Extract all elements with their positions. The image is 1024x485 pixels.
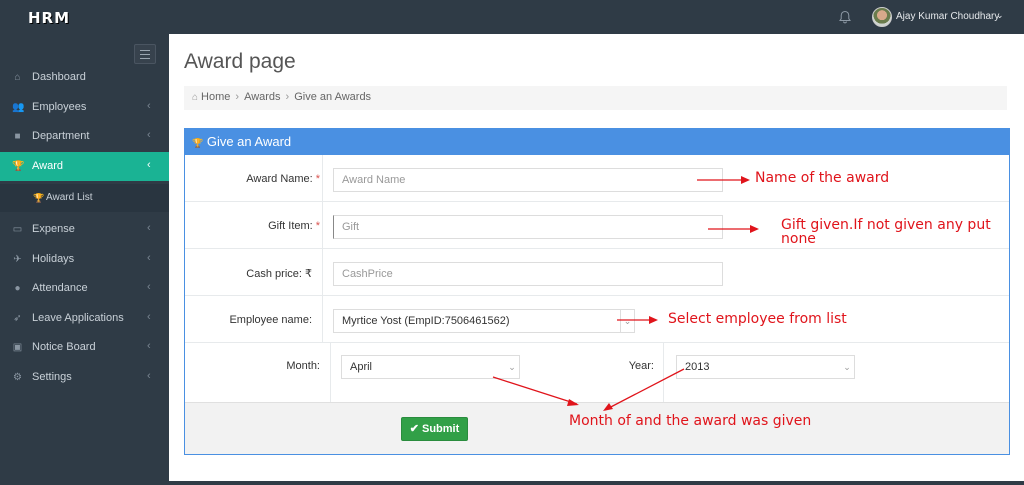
sidebar-item-label: Leave Applications [32, 312, 124, 324]
chevron-left-icon: ‹ [147, 159, 151, 171]
submit-button[interactable]: ✔ Submit [401, 417, 468, 441]
sidebar-item-label: Holidays [32, 253, 75, 265]
sidebar-item-label: Notice Board [32, 341, 96, 353]
sidebar-item-employees[interactable]: 👥 Employees ‹ [0, 93, 169, 122]
annotation-month-year: Month of and the award was given [569, 413, 812, 429]
sidebar-item-notice-board[interactable]: ▣ Notice Board ‹ [0, 333, 169, 362]
chevron-left-icon: ‹ [147, 100, 151, 112]
user-name[interactable]: Ajay Kumar Choudhary [896, 11, 999, 22]
chevron-down-icon: ⌄ [620, 310, 634, 332]
rocket-icon: ➶ [13, 313, 22, 324]
gift-item-label: Gift Item: * [268, 220, 320, 232]
chevron-left-icon: ‹ [147, 340, 151, 352]
sidebar-item-label: Department [32, 130, 90, 142]
sidebar-subitem-label: Award List [46, 192, 93, 203]
chevron-down-icon: ⌄ [508, 362, 516, 372]
breadcrumb-current: Give an Awards [294, 91, 372, 103]
chevron-down-icon[interactable]: ⌄ [996, 10, 1004, 21]
panel-title: Give an Award [206, 134, 292, 149]
chevron-left-icon: ‹ [147, 370, 151, 382]
employee-select[interactable]: Myrtice Yost (EmpID:7506461562) ⌄ [333, 309, 635, 333]
sidebar-item-label: Expense [32, 223, 75, 235]
page-title: Award page [184, 50, 296, 73]
cash-price-row: Cash price: ₹ CashPrice [185, 249, 1009, 296]
chevron-left-icon: ‹ [147, 252, 151, 264]
trophy-icon: 🏆 [192, 138, 204, 148]
app-logo[interactable]: HRM [28, 9, 70, 27]
avatar[interactable] [872, 7, 892, 27]
breadcrumb-awards-link[interactable]: Awards [244, 91, 280, 103]
month-select-value: April [350, 361, 373, 373]
home-icon: ⌂ [192, 92, 199, 103]
chevron-left-icon: ‹ [147, 281, 151, 293]
year-select[interactable]: 2013 ⌄ [676, 355, 855, 379]
annotation-gift-line2: none [781, 231, 816, 247]
gift-item-input[interactable]: Gift [333, 215, 723, 239]
employee-row: Employee name: Myrtice Yost (EmpID:75064… [185, 296, 1009, 343]
cash-price-input[interactable]: CashPrice [333, 262, 723, 286]
month-label: Month: [286, 360, 320, 372]
panel-heading: 🏆 Give an Award [185, 129, 1009, 155]
check-icon: ✔ [409, 423, 419, 435]
sidebar-item-label: Dashboard [32, 71, 86, 83]
month-year-row: Month: April ⌄ Year: 2013 ⌄ [185, 343, 1009, 402]
chevron-left-icon: ‹ [147, 129, 151, 141]
sidebar-item-label: Attendance [32, 282, 88, 294]
sidebar-item-label: Award [32, 160, 63, 172]
submit-label: Submit [422, 423, 460, 435]
sidebar: ⌂ Dashboard 👥 Employees ‹ ■ Department ‹… [0, 34, 169, 485]
breadcrumb: ⌂ Home › Awards › Give an Awards [184, 86, 1007, 110]
cogs-icon: ⚙ [13, 372, 22, 383]
bell-icon[interactable] [838, 10, 852, 24]
chevron-left-icon: ‹ [147, 311, 151, 323]
sidebar-item-award[interactable]: 🏆 Award ‹ [0, 152, 169, 181]
sidebar-item-holidays[interactable]: ✈ Holidays ‹ [0, 245, 169, 274]
sidebar-item-dashboard[interactable]: ⌂ Dashboard [0, 63, 169, 92]
top-navbar: HRM Ajay Kumar Choudhary ⌄ [0, 0, 1024, 34]
sidebar-item-leave-applications[interactable]: ➶ Leave Applications ‹ [0, 304, 169, 333]
sidebar-item-expense[interactable]: ▭ Expense ‹ [0, 215, 169, 244]
breadcrumb-separator: › [285, 91, 290, 103]
sidebar-item-settings[interactable]: ⚙ Settings ‹ [0, 363, 169, 392]
breadcrumb-separator: › [235, 91, 240, 103]
sidebar-toggle-button[interactable] [134, 44, 156, 64]
breadcrumb-home-link[interactable]: Home [201, 91, 230, 103]
year-select-value: 2013 [685, 361, 710, 373]
award-name-label: Award Name: * [246, 173, 320, 185]
chevron-down-icon: ⌄ [843, 362, 851, 372]
sidebar-item-label: Employees [32, 101, 87, 113]
money-icon: ▭ [12, 224, 23, 235]
annotation-award-name: Name of the award [755, 170, 890, 186]
trophy-small-icon: 🏆 [33, 193, 45, 203]
sidebar-item-department[interactable]: ■ Department ‹ [0, 122, 169, 151]
briefcase-icon: ■ [14, 131, 21, 142]
home-icon: ⌂ [14, 72, 21, 83]
chevron-left-icon: ‹ [147, 222, 151, 234]
clipboard-icon: ▣ [12, 342, 23, 353]
award-name-input[interactable]: Award Name [333, 168, 723, 192]
bottom-bar [169, 481, 1024, 485]
year-label: Year: [628, 360, 654, 372]
users-icon: 👥 [12, 102, 25, 113]
trophy-icon: 🏆 [12, 161, 25, 172]
sidebar-item-label: Settings [32, 371, 72, 383]
sidebar-subitem-award-list[interactable]: 🏆 Award List [0, 184, 169, 212]
annotation-employee: Select employee from list [668, 311, 847, 327]
cash-price-label: Cash price: ₹ [246, 268, 312, 280]
user-icon: ● [14, 283, 21, 294]
sidebar-item-attendance[interactable]: ● Attendance ‹ [0, 274, 169, 303]
employee-name-label: Employee name: [229, 314, 312, 326]
employee-select-value: Myrtice Yost (EmpID:7506461562) [342, 315, 510, 327]
plane-icon: ✈ [13, 254, 22, 265]
month-select[interactable]: April ⌄ [341, 355, 520, 379]
